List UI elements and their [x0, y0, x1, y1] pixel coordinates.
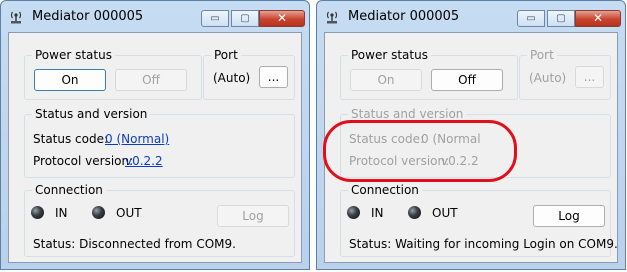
status-code-label: Status code: [33, 132, 109, 146]
app-antenna-icon [10, 11, 22, 24]
status-version-label: Status and version [348, 107, 467, 121]
title-bar[interactable]: Mediator 000005 ▭ ▢ ✕ [317, 1, 625, 32]
power-status-label: Power status [348, 48, 431, 62]
in-label: IN [371, 206, 384, 220]
maximize-button[interactable]: ▢ [231, 10, 259, 27]
port-value: (Auto) [529, 71, 567, 85]
log-button[interactable]: Log [217, 205, 289, 227]
window-title: Mediator 000005 [32, 9, 144, 24]
on-button[interactable]: On [34, 69, 106, 91]
protocol-version-link[interactable]: v0.2.2 [125, 154, 163, 168]
off-button[interactable]: Off [431, 69, 503, 91]
status-code-link[interactable]: 0 (Normal) [105, 132, 169, 146]
power-status-group: Power status On Off [24, 48, 202, 100]
out-label: OUT [432, 206, 458, 220]
port-browse-button[interactable]: ... [259, 66, 288, 88]
on-button[interactable]: On [350, 69, 422, 91]
title-bar[interactable]: Mediator 000005 ▭ ▢ ✕ [1, 1, 309, 32]
in-indicator-icon [31, 206, 44, 219]
off-button[interactable]: Off [115, 69, 187, 91]
connection-group: Connection IN OUT Log Status: Waiting fo… [340, 183, 618, 257]
window-title: Mediator 000005 [348, 9, 460, 24]
minimize-button[interactable]: ▭ [517, 10, 545, 27]
port-browse-button[interactable]: ... [575, 66, 604, 88]
protocol-version-label: Protocol version: [33, 154, 134, 168]
status-version-label: Status and version [32, 107, 151, 121]
out-label: OUT [116, 206, 142, 220]
in-label: IN [55, 206, 68, 220]
connection-status-text: Status: Disconnected from COM9. [33, 237, 236, 251]
in-indicator-icon [347, 206, 360, 219]
power-status-label: Power status [32, 48, 115, 62]
port-value: (Auto) [213, 71, 251, 85]
out-indicator-icon [92, 206, 105, 219]
port-group: Port (Auto) ... [519, 48, 611, 100]
out-indicator-icon [408, 206, 421, 219]
power-status-group: Power status On Off [340, 48, 518, 100]
port-group: Port (Auto) ... [203, 48, 295, 100]
connection-label: Connection [348, 183, 422, 197]
connection-group: Connection IN OUT Log Status: Disconnect… [24, 183, 295, 257]
port-label: Port [211, 48, 241, 62]
port-label: Port [527, 48, 557, 62]
status-version-group: Status and version Status code: 0 (Norma… [24, 107, 295, 178]
app-antenna-icon [326, 11, 338, 24]
client-area: Power status On Off Port (Auto) ... Stat… [8, 32, 302, 263]
connection-label: Connection [32, 183, 106, 197]
close-button[interactable]: ✕ [575, 10, 621, 27]
connection-status-text: Status: Waiting for incoming Login on CO… [349, 237, 618, 251]
log-button[interactable]: Log [533, 205, 605, 227]
highlight-annotation [323, 120, 517, 182]
maximize-button[interactable]: ▢ [547, 10, 575, 27]
minimize-button[interactable]: ▭ [201, 10, 229, 27]
mediator-window-left: Mediator 000005 ▭ ▢ ✕ Power status On Of… [0, 0, 310, 270]
close-button[interactable]: ✕ [259, 10, 305, 27]
